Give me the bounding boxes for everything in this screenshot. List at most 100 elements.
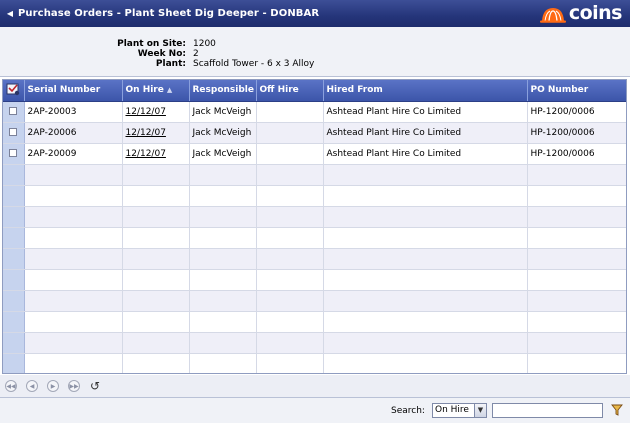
empty-cell [24, 227, 123, 249]
empty-cell [256, 269, 324, 291]
chevron-down-icon[interactable]: ▼ [474, 404, 486, 417]
refresh-icon[interactable]: ↺ [89, 379, 101, 393]
table-row[interactable]: 2AP-20006 12/12/07 Jack McVeigh Ashtead … [3, 122, 626, 144]
empty-cell [323, 290, 528, 312]
empty-cell [189, 311, 257, 333]
hired-from-cell: Ashtead Plant Hire Co Limited [323, 122, 528, 144]
empty-cell [24, 206, 123, 228]
empty-row [3, 311, 626, 333]
plant-row: Plant: Scaffold Tower - 6 x 3 Alloy [0, 59, 630, 70]
column-header-hired-from[interactable]: Hired From [323, 80, 528, 102]
column-header-on-hire-label: On Hire [125, 85, 164, 96]
next-page-icon[interactable]: ▶ [47, 380, 59, 392]
previous-page-icon[interactable]: ◀ [26, 380, 38, 392]
empty-row [3, 290, 626, 312]
row-checkbox[interactable] [9, 128, 18, 136]
empty-rows [3, 164, 626, 373]
empty-cell [189, 269, 257, 291]
empty-row [3, 164, 626, 186]
row-select-cell [3, 164, 25, 186]
empty-cell [24, 269, 123, 291]
sort-ascending-icon: ▲ [166, 86, 173, 95]
empty-cell [323, 353, 528, 373]
column-header-po-number[interactable]: PO Number [527, 80, 626, 102]
off-hire-cell [256, 122, 324, 144]
empty-cell [24, 164, 123, 186]
po-number-cell: HP-1200/0006 [527, 143, 626, 165]
page-title: Purchase Orders - Plant Sheet Dig Deeper… [18, 8, 320, 19]
empty-cell [323, 248, 528, 270]
empty-cell [323, 164, 528, 186]
row-select-cell [3, 185, 25, 207]
responsible-cell: Jack McVeigh [189, 122, 257, 144]
empty-cell [122, 290, 190, 312]
empty-cell [189, 185, 257, 207]
empty-cell [527, 290, 626, 312]
empty-cell [323, 206, 528, 228]
plant-label: Plant: [155, 59, 186, 69]
po-number-cell: HP-1200/0006 [527, 122, 626, 144]
on-hire-date-link[interactable]: 12/12/07 [122, 122, 190, 144]
row-select-cell [3, 269, 25, 291]
empty-cell [24, 290, 123, 312]
off-hire-cell [256, 143, 324, 165]
row-select-cell[interactable] [3, 143, 25, 165]
plant-value: Scaffold Tower - 6 x 3 Alloy [193, 59, 315, 69]
row-select-cell [3, 248, 25, 270]
responsible-cell: Jack McVeigh [189, 101, 257, 123]
search-field-select[interactable]: On Hire ▼ [432, 403, 487, 418]
empty-row [3, 248, 626, 270]
hard-hat-icon [539, 7, 566, 23]
off-hire-cell [256, 101, 324, 123]
column-header-serial-number[interactable]: Serial Number [24, 80, 123, 102]
logo-wordmark: coins [568, 2, 623, 24]
empty-cell [24, 185, 123, 207]
column-header-on-hire[interactable]: On Hire ▲ [122, 80, 190, 102]
column-header-responsible[interactable]: Responsible [189, 80, 257, 102]
empty-cell [122, 332, 190, 354]
empty-cell [527, 269, 626, 291]
search-label: Search: [391, 406, 425, 416]
search-footer: Search: On Hire ▼ [0, 397, 630, 423]
empty-cell [24, 353, 123, 373]
coins-logo: coins [539, 2, 623, 24]
back-arrow-icon[interactable]: ◀ [2, 9, 18, 18]
column-header-off-hire[interactable]: Off Hire [256, 80, 324, 102]
empty-cell [527, 248, 626, 270]
plant-info-panel: Plant on Site: 1200 Week No: 2 Plant: Sc… [0, 27, 630, 77]
first-page-icon[interactable]: ◀◀ [5, 380, 17, 392]
table-row[interactable]: 2AP-20003 12/12/07 Jack McVeigh Ashtead … [3, 101, 626, 123]
empty-cell [189, 332, 257, 354]
last-page-icon[interactable]: ▶▶ [68, 380, 80, 392]
column-chooser-icon[interactable] [6, 82, 20, 96]
empty-cell [122, 164, 190, 186]
empty-cell [527, 353, 626, 373]
header-row: Serial Number On Hire ▲ Responsible Off H… [3, 80, 626, 102]
empty-cell [189, 248, 257, 270]
table-row[interactable]: 2AP-20009 12/12/07 Jack McVeigh Ashtead … [3, 143, 626, 165]
empty-cell [527, 185, 626, 207]
row-checkbox[interactable] [9, 149, 18, 157]
row-checkbox[interactable] [9, 107, 18, 115]
hired-from-cell: Ashtead Plant Hire Co Limited [323, 101, 528, 123]
empty-row [3, 353, 626, 373]
row-select-cell [3, 311, 25, 333]
empty-cell [122, 248, 190, 270]
filter-icon[interactable] [611, 404, 623, 416]
row-select-cell[interactable] [3, 122, 25, 144]
empty-row [3, 332, 626, 354]
row-select-cell [3, 206, 25, 228]
row-select-cell [3, 332, 25, 354]
empty-cell [122, 227, 190, 249]
on-hire-date-link[interactable]: 12/12/07 [122, 143, 190, 165]
row-select-cell[interactable] [3, 101, 25, 123]
empty-row [3, 227, 626, 249]
select-all-header[interactable] [3, 80, 25, 102]
empty-cell [122, 185, 190, 207]
empty-cell [189, 206, 257, 228]
empty-cell [24, 248, 123, 270]
on-hire-date-link[interactable]: 12/12/07 [122, 101, 190, 123]
search-input[interactable] [492, 403, 603, 418]
empty-cell [24, 332, 123, 354]
empty-cell [527, 206, 626, 228]
